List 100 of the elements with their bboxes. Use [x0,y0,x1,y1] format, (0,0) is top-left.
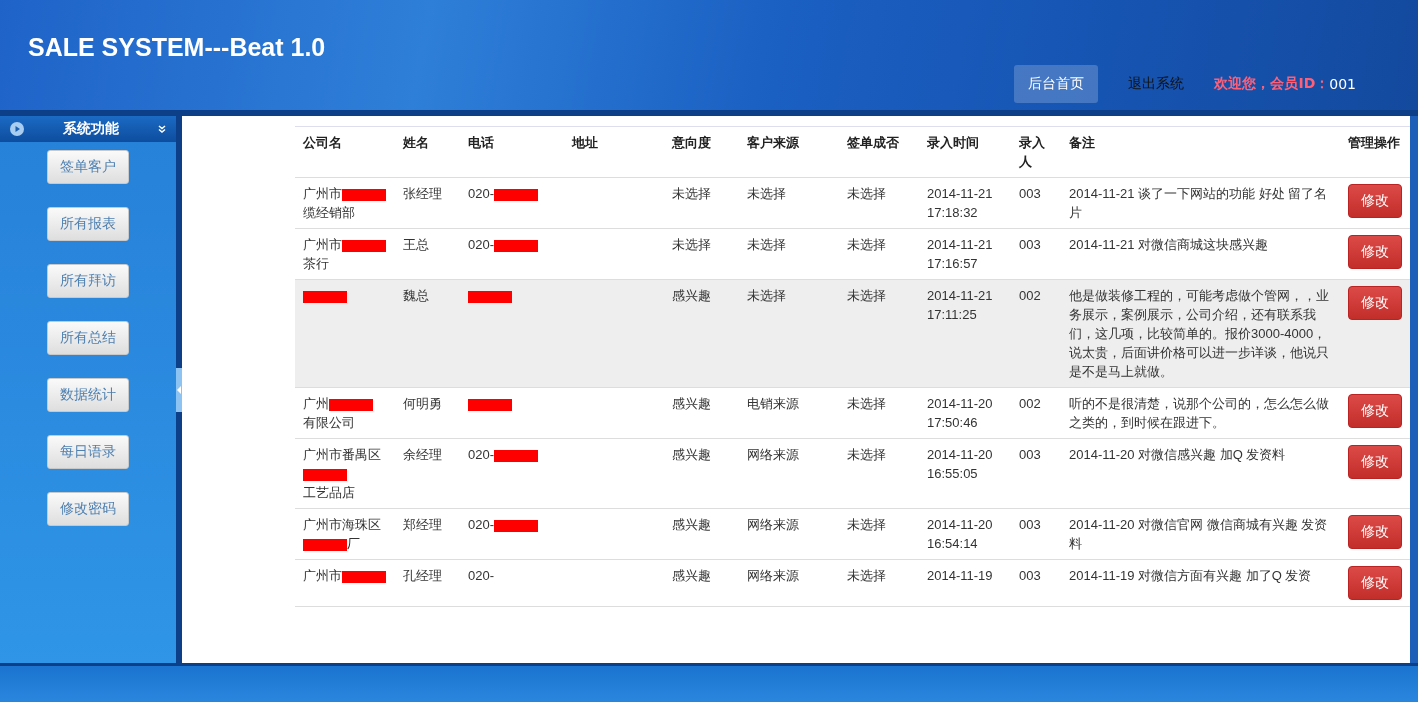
play-circle-icon [10,122,24,136]
table-cell: 未选择 [839,228,919,280]
redaction-bar [329,398,373,411]
table-cell: 2014-11-20 16:54:14 [919,508,1011,560]
table-cell: 未选择 [739,279,839,388]
table-cell: 网络来源 [739,559,839,607]
column-header: 签单成否 [839,126,919,178]
sidebar-title: 系统功能 [63,120,119,138]
edit-button[interactable]: 修改 [1348,515,1402,549]
table-cell: 003 [1011,438,1061,509]
redaction-bar [494,239,539,252]
table-cell: 听的不是很清楚，说那个公司的，怎么怎么做之类的，到时候在跟进下。 [1061,387,1340,439]
edit-button[interactable]: 修改 [1348,286,1402,320]
cell-text: 茶行 [303,255,329,273]
cell-text: 广州 [303,395,329,413]
redaction-bar [468,398,512,411]
table-cell: 孔经理 [395,559,460,607]
sidebar-button[interactable]: 所有总结 [47,321,129,355]
table-cell: 何明勇 [395,387,460,439]
app-title: SALE SYSTEM---Beat 1.0 [28,33,326,62]
sidebar-button[interactable]: 修改密码 [47,492,129,526]
redaction-bar [342,239,386,252]
table-cell: 2014-11-20 对微信感兴趣 加Q 发资料 [1061,438,1340,509]
column-header: 客户来源 [739,126,839,178]
table-cell: 魏总 [395,279,460,388]
table-cell: 郑经理 [395,508,460,560]
table-cell: 张经理 [395,177,460,229]
cell-text: 020- [468,236,495,254]
collapse-handle[interactable] [176,367,182,412]
nav-link[interactable]: 后台首页 [1014,65,1099,103]
edit-button[interactable]: 修改 [1348,566,1402,600]
cell-text: 广州市 [303,185,342,203]
redaction-bar [342,570,386,583]
cell-text: 020- [468,446,495,464]
table-cell: 2014-11-21 对微信商城这块感兴趣 [1061,228,1340,280]
redaction-bar [342,188,386,201]
cell-text: 广州市番禺区 [303,446,381,464]
table-cell: 未选择 [839,559,919,607]
redaction-bar [494,519,539,532]
sidebar-button[interactable]: 每日语录 [47,435,129,469]
cell-text: 工艺品店 [303,484,355,502]
column-header: 地址 [564,126,664,178]
table-cell: 感兴趣 [664,438,739,509]
table-cell: 002 [1011,279,1061,388]
table-cell: 2014-11-21 谈了一下网站的功能 好处 留了名片 [1061,177,1340,229]
sidebar-button[interactable]: 所有拜访 [47,264,129,298]
cell-text: 缆经销部 [303,204,355,222]
nav-link[interactable]: 退出系统 [1114,65,1199,103]
redaction-bar [494,449,539,462]
cell-text: 广州市 [303,567,342,585]
column-header: 备注 [1061,126,1340,178]
edit-button[interactable]: 修改 [1348,445,1402,479]
table-cell: 感兴趣 [664,279,739,388]
sidebar-button[interactable]: 数据统计 [47,378,129,412]
sidebar-button[interactable]: 所有报表 [47,207,129,241]
column-header: 电话 [460,126,564,178]
double-chevron-down-icon[interactable] [158,125,166,133]
table-cell: 003 [1011,228,1061,280]
welcome-text: 欢迎您，会员ID： [1214,75,1330,93]
table-cell: 未选择 [739,177,839,229]
table-cell: 2014-11-20 对微信官网 微信商城有兴趣 发资料 [1061,508,1340,560]
redaction-bar [303,538,347,551]
cell-text: 020- [468,516,495,534]
sidebar-button[interactable]: 签单客户 [47,150,129,184]
table-cell: 2014-11-20 16:55:05 [919,438,1011,509]
redaction-bar [468,290,512,303]
table-cell: 2014-11-21 17:11:25 [919,279,1011,388]
table-cell: 2014-11-21 17:16:57 [919,228,1011,280]
table-cell: 未选择 [839,279,919,388]
redaction-bar [494,188,539,201]
table-cell: 感兴趣 [664,559,739,607]
table-cell: 王总 [395,228,460,280]
table-cell: 未选择 [664,228,739,280]
redaction-bar [303,290,347,303]
cell-text: 厂 [347,535,360,553]
edit-button[interactable]: 修改 [1348,394,1402,428]
table-cell: 感兴趣 [664,387,739,439]
table-cell: 002 [1011,387,1061,439]
table-cell: 2014-11-19 对微信方面有兴趣 加了Q 发资 [1061,559,1340,607]
table-cell: 未选择 [839,508,919,560]
table-cell: 网络来源 [739,508,839,560]
table-cell: 2014-11-19 [919,559,1011,607]
table-cell: 2014-11-21 17:18:32 [919,177,1011,229]
cell-text: 广州市 [303,236,342,254]
table-cell: 电销来源 [739,387,839,439]
table-cell: 感兴趣 [664,508,739,560]
table-cell: 未选择 [839,177,919,229]
table-cell: 003 [1011,177,1061,229]
cell-text: 020- [468,185,495,203]
column-header: 录入人 [1011,126,1061,178]
table-cell: 未选择 [839,438,919,509]
table-cell: 未选择 [664,177,739,229]
table-cell: 他是做装修工程的，可能考虑做个管网，，业务展示，案例展示，公司介绍，还有联系我们，这几项，比较简单的。报价3000-4000，说太贵，后面讲价格可以进一步详谈，他说只是不是马上就做。 [1061,279,1340,388]
table-cell: 未选择 [839,387,919,439]
table-cell: 未选择 [739,228,839,280]
edit-button[interactable]: 修改 [1348,235,1402,269]
cell-text: 020- [468,567,495,585]
cell-text: 广州市海珠区 [303,516,381,534]
table-cell: 网络来源 [739,438,839,509]
edit-button[interactable]: 修改 [1348,184,1402,218]
